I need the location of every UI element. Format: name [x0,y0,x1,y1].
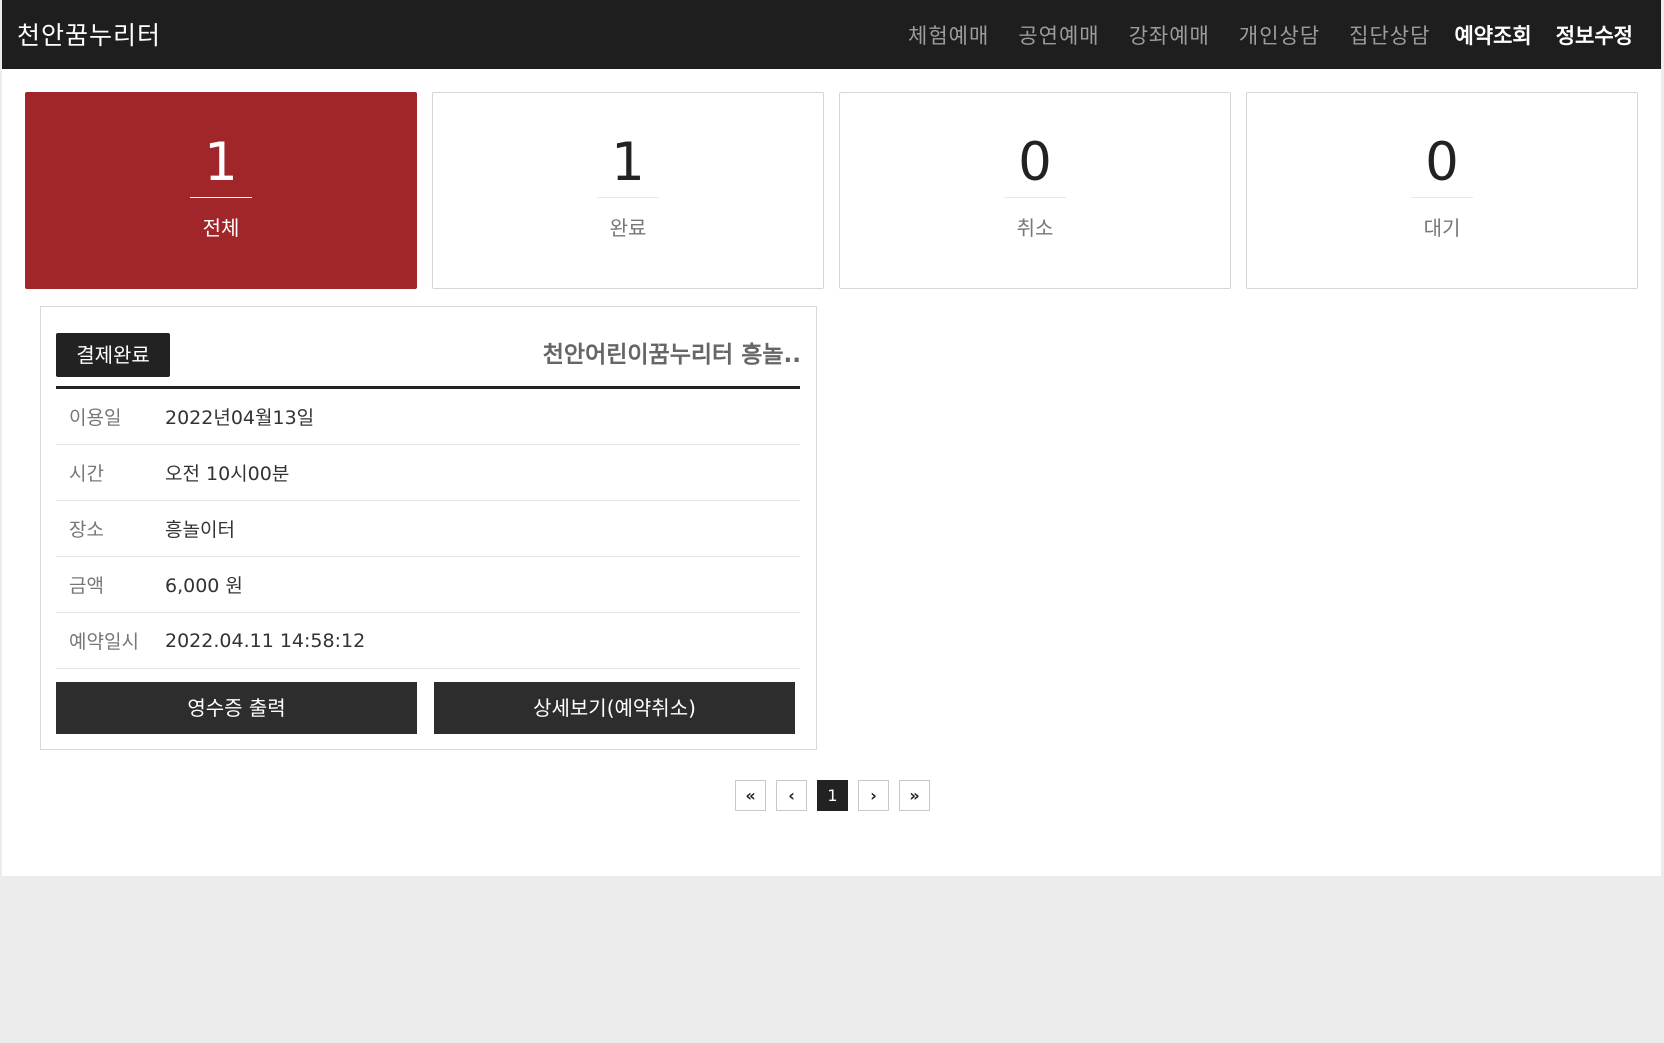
top-navbar: 천안꿈누리터 체험예매 공연예매 강좌예매 개인상담 집단상담 예약조회 정보수… [2,0,1661,69]
reservation-card: 결제완료 천안어린이꿈누리터 흥놀.. 이용일 2022년04월13일 시간 오… [40,306,817,750]
row-value: 흥놀이터 [165,519,235,541]
row-label: 예약일시 [69,631,139,653]
view-detail-cancel-button[interactable]: 상세보기(예약취소) [434,682,795,734]
next-page-button[interactable]: › [858,780,889,811]
page: 천안꿈누리터 체험예매 공연예매 강좌예매 개인상담 집단상담 예약조회 정보수… [2,0,1661,876]
brand-logo-text[interactable]: 천안꿈누리터 [17,16,161,52]
row-label: 금액 [69,575,104,597]
nav-lecture-booking[interactable]: 강좌예매 [1129,20,1210,50]
page-1-button[interactable]: 1 [817,780,848,811]
row-label: 이용일 [69,407,122,429]
prev-page-button[interactable]: ‹ [776,780,807,811]
row-value: 2022년04월13일 [165,407,315,429]
nav-reservation-lookup[interactable]: 예약조회 [1454,20,1531,50]
stat-count: 1 [597,133,659,198]
info-row-use-date: 이용일 2022년04월13일 [56,389,800,445]
stat-count: 1 [190,133,252,198]
nav-experience-booking[interactable]: 체험예매 [908,20,989,50]
row-value: 오전 10시00분 [165,463,290,485]
stat-count: 0 [1004,133,1066,198]
first-page-button[interactable]: « [735,780,766,811]
nav-menu: 체험예매 공연예매 강좌예매 개인상담 집단상담 예약조회 정보수정 [879,0,1633,69]
nav-group-counseling[interactable]: 집단상담 [1349,20,1430,50]
info-row-time: 시간 오전 10시00분 [56,445,800,501]
payment-status-badge: 결제완료 [56,333,170,377]
stat-waiting[interactable]: 0 대기 [1246,92,1638,289]
stat-label: 전체 [202,216,240,240]
row-value: 2022.04.11 14:58:12 [165,629,366,652]
stat-all[interactable]: 1 전체 [25,92,417,289]
stat-label: 취소 [1016,216,1054,240]
stat-label: 대기 [1423,216,1461,240]
stat-completed[interactable]: 1 완료 [432,92,824,289]
nav-personal-counseling[interactable]: 개인상담 [1239,20,1320,50]
reservation-title: 천안어린이꿈누리터 흥놀.. [542,342,801,368]
pagination: « ‹ 1 › » [735,780,940,811]
stat-label: 완료 [609,216,647,240]
reservation-info-table: 이용일 2022년04월13일 시간 오전 10시00분 장소 흥놀이터 금액 … [56,389,800,669]
info-row-place: 장소 흥놀이터 [56,501,800,557]
last-page-button[interactable]: » [899,780,930,811]
nav-performance-booking[interactable]: 공연예매 [1018,20,1099,50]
stat-count: 0 [1411,133,1473,198]
info-row-booked-at: 예약일시 2022.04.11 14:58:12 [56,613,800,669]
stat-cancelled[interactable]: 0 취소 [839,92,1231,289]
info-row-amount: 금액 6,000 원 [56,557,800,613]
row-label: 시간 [69,463,104,485]
reservation-summary: 1 전체 1 완료 0 취소 0 대기 [25,92,1653,289]
nav-edit-info[interactable]: 정보수정 [1556,20,1633,50]
print-receipt-button[interactable]: 영수증 출력 [56,682,417,734]
row-value: 6,000 원 [165,575,243,597]
row-label: 장소 [69,519,104,541]
